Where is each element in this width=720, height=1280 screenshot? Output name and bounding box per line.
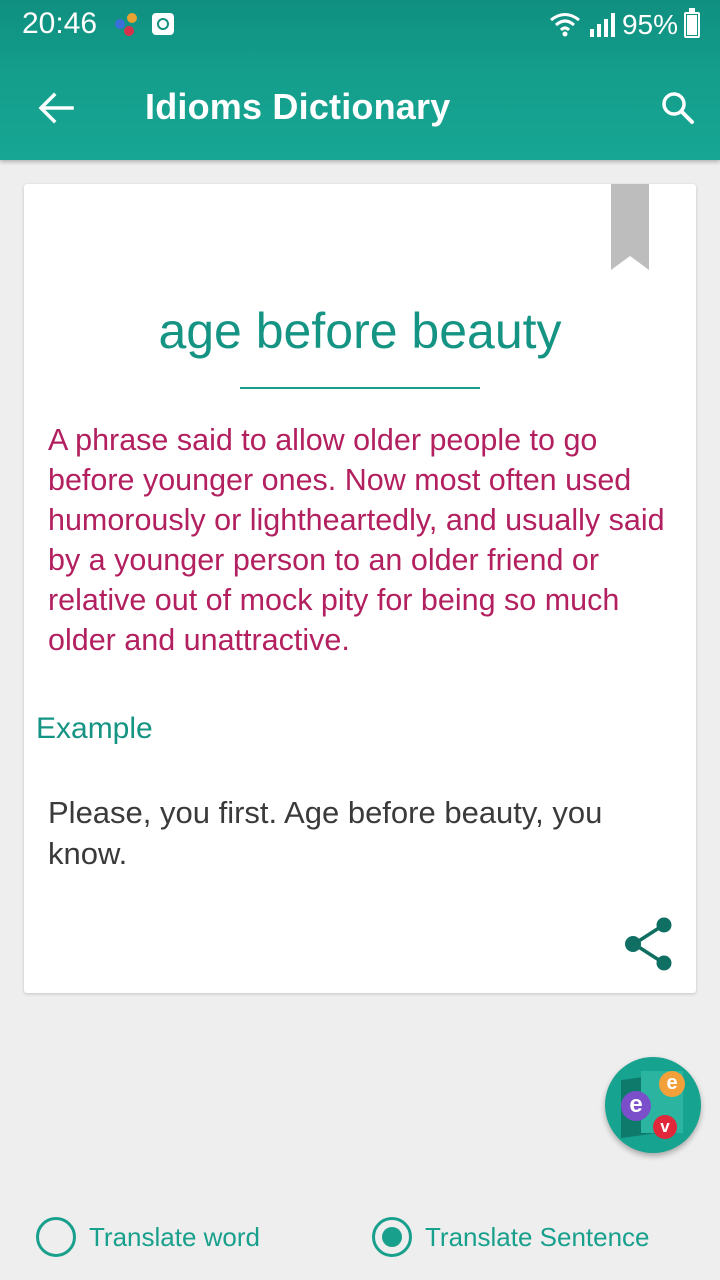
status-bar: 20:46 95% — [0, 0, 720, 52]
battery-percentage: 95% — [621, 9, 678, 40]
translate-sentence-option[interactable]: Translate Sentence — [372, 1214, 650, 1260]
idiom-definition: A phrase said to allow older people to g… — [48, 423, 665, 657]
example-text: Please, you first. Age before beauty, yo… — [48, 795, 603, 871]
notification-clock-icon — [152, 13, 174, 35]
radio-checked-icon[interactable] — [372, 1217, 412, 1257]
idiom-card: age before beauty A phrase said to allow… — [24, 184, 696, 993]
back-button[interactable] — [30, 82, 82, 134]
app-header: 20:46 95% Idioms Dictionary — [0, 0, 720, 160]
notification-app-icon — [115, 13, 137, 36]
translate-sentence-label: Translate Sentence — [425, 1221, 650, 1252]
status-time: 20:46 — [22, 7, 98, 40]
signal-icon — [589, 13, 615, 37]
badge-e-icon: e — [621, 1091, 651, 1121]
app-fab-button[interactable]: e e v — [605, 1057, 701, 1153]
translate-word-option[interactable]: Translate word — [36, 1214, 260, 1260]
example-label: Example — [36, 712, 153, 745]
badge-v-icon: v — [653, 1115, 677, 1139]
translate-word-label: Translate word — [89, 1221, 260, 1252]
arrow-left-icon — [38, 92, 74, 124]
search-icon — [662, 92, 694, 124]
app-bar: Idioms Dictionary — [0, 52, 720, 160]
search-button[interactable] — [652, 82, 704, 134]
radio-unchecked-icon[interactable] — [36, 1217, 76, 1257]
bookmark-icon[interactable] — [611, 184, 649, 270]
app-title: Idioms Dictionary — [145, 86, 451, 127]
status-indicators: 95% — [548, 8, 700, 42]
title-divider — [240, 387, 480, 389]
battery-icon — [684, 8, 700, 38]
share-icon[interactable] — [622, 917, 676, 973]
badge-e-icon: e — [659, 1071, 685, 1097]
wifi-icon — [550, 13, 580, 37]
idiom-title: age before beauty — [158, 303, 562, 359]
